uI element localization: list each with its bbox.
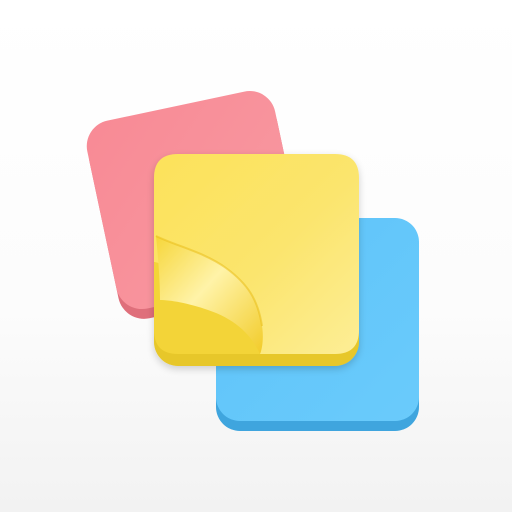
yellow-note	[154, 154, 359, 366]
app-icon	[0, 0, 512, 512]
sticky-notes-icon	[86, 90, 419, 431]
